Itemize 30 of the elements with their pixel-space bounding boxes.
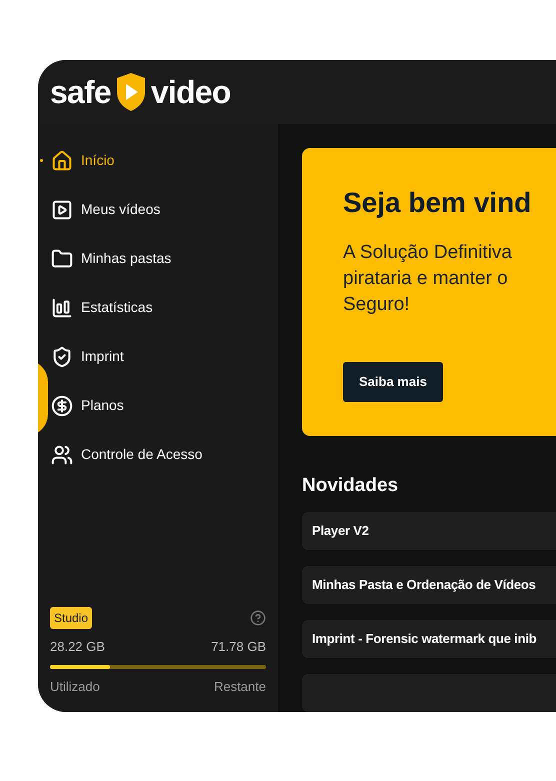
help-icon[interactable] [250, 610, 266, 626]
sidebar-item[interactable]: Início [50, 136, 278, 185]
home-icon [51, 150, 73, 172]
logo-text: video [150, 73, 230, 112]
news-item[interactable]: Minhas Pasta e Ordenação de Vídeos [302, 566, 556, 604]
sidebar-item[interactable]: Controle de Acesso [50, 430, 278, 479]
play-square-icon [51, 198, 73, 220]
sidebar-item[interactable]: Meus vídeos [50, 185, 278, 234]
sidebar-item[interactable]: Estatísticas [50, 283, 278, 332]
logo-icon [114, 72, 147, 112]
remaining-label: Restante [214, 678, 266, 696]
news-item[interactable]: Player V2 [302, 512, 556, 550]
welcome-description: A Solução Definitiva pirataria e manter o Seguro! [343, 241, 513, 317]
shield-check-icon [51, 346, 73, 368]
section-title: Novidades [302, 474, 400, 498]
news-item[interactable]: Imprint - Forensic watermark que inib [302, 620, 556, 658]
sidebar-item[interactable]: Minhas pastas [50, 234, 278, 283]
dollar-icon [51, 394, 73, 416]
used-label: Utilizado [50, 678, 100, 696]
welcome-title: Seja bem vind [343, 186, 532, 220]
sidebar-item[interactable]: Imprint [50, 332, 278, 381]
people-icon [51, 444, 73, 466]
used-amount: 28.22 GB [50, 638, 105, 656]
folder-icon [51, 248, 73, 270]
bar-chart-icon [51, 296, 73, 318]
plan-badge: Studio [50, 607, 92, 629]
logo-text: safe [50, 73, 111, 112]
remaining-amount: 71.78 GB [211, 638, 266, 656]
learn-more-button[interactable]: Saiba mais [343, 362, 443, 402]
sidebar-item[interactable]: Planos [50, 381, 278, 430]
